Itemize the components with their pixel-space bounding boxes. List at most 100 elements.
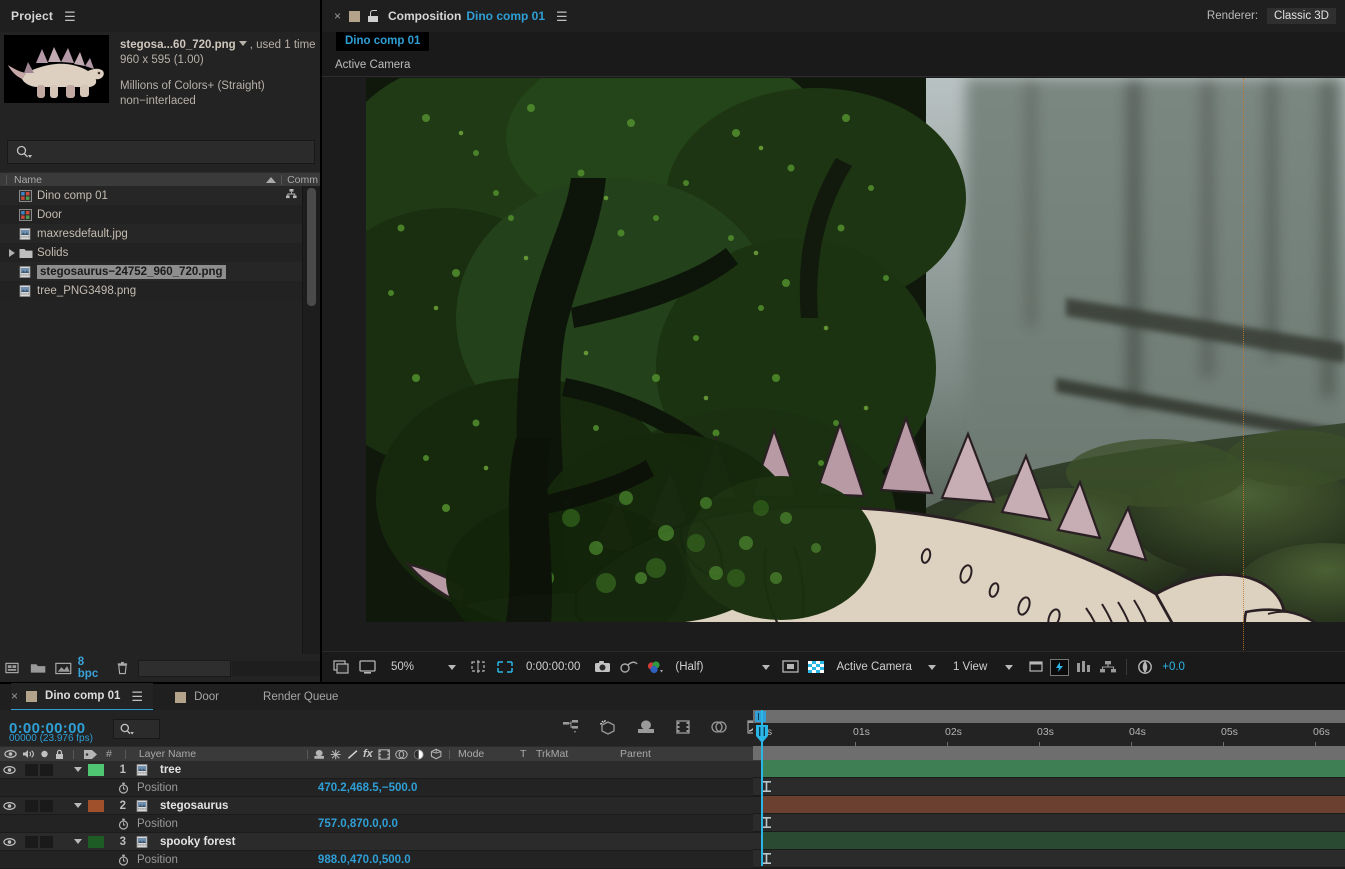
hide-shy-layers-icon[interactable] (636, 719, 656, 735)
choose-grid-and-guides-icon[interactable] (469, 659, 489, 675)
composition-mini-flowchart-icon[interactable] (562, 719, 580, 735)
project-scrollbar[interactable] (302, 186, 320, 654)
disclosure-triangle-icon[interactable] (6, 248, 17, 257)
draft-3d-icon[interactable] (598, 719, 618, 735)
project-item-4[interactable]: stegosaurus−24752_960_720.png (0, 262, 303, 281)
timeline-zoom-bar[interactable] (753, 746, 1345, 760)
lock-toggle[interactable] (55, 836, 68, 848)
scrollbar-thumb[interactable] (307, 188, 316, 306)
eye-icon[interactable] (3, 837, 16, 847)
comp-current-time[interactable]: 0:00:00:00 (526, 661, 580, 673)
work-area-bar[interactable] (753, 710, 1345, 723)
exposure-icon[interactable] (1136, 659, 1154, 675)
layer-name[interactable]: tree (160, 764, 181, 776)
view-layout-value[interactable]: 1 View (953, 661, 987, 673)
timeline-search-input[interactable] (113, 719, 160, 739)
property-value[interactable]: 988.0,470.0,500.0 (318, 854, 411, 866)
layer-disclosure-icon[interactable] (74, 839, 82, 844)
lock-icon[interactable] (368, 10, 379, 22)
timeline-tab-1[interactable]: Door (153, 684, 241, 710)
camera-view-value[interactable]: Active Camera (837, 661, 912, 673)
lock-toggle[interactable] (55, 800, 68, 812)
always-preview-this-view-icon[interactable] (333, 659, 351, 675)
eye-icon[interactable] (3, 765, 16, 775)
column-header-name[interactable]: Name (14, 174, 42, 186)
exposure-value[interactable]: +0.0 (1162, 661, 1185, 673)
eye-icon[interactable] (3, 801, 16, 811)
video-visibility-toggle[interactable] (0, 765, 19, 775)
layer-label-color[interactable] (88, 763, 104, 776)
timeline-tab-2[interactable]: Render Queue (241, 684, 360, 710)
layer-name[interactable]: spooky forest (160, 836, 235, 848)
project-search-input[interactable] (7, 140, 315, 164)
comp-flowchart-icon[interactable] (1099, 659, 1117, 675)
column-header-comment[interactable]: Comm (287, 174, 318, 186)
chevron-down-icon[interactable] (761, 664, 770, 670)
layer-duration-bar[interactable] (761, 796, 1345, 813)
keyframe-navigator-icon[interactable] (762, 853, 771, 864)
composition-canvas[interactable] (366, 78, 1345, 622)
toggle-pixel-aspect-ratio-icon[interactable] (1027, 659, 1045, 675)
sort-ascending-icon[interactable] (266, 177, 277, 183)
show-channel-icon[interactable] (645, 659, 665, 675)
layer-name[interactable]: stegosaurus (160, 800, 228, 812)
video-visibility-toggle[interactable] (0, 801, 19, 811)
project-item-1[interactable]: Door (0, 205, 303, 224)
stopwatch-icon[interactable] (118, 854, 129, 866)
stopwatch-icon[interactable] (118, 782, 129, 794)
comp-flowchart-shortcut-icon[interactable] (286, 189, 297, 202)
chevron-down-icon[interactable] (238, 41, 247, 47)
timeline-tab-0[interactable]: × Dino comp 01 ☰ (11, 683, 154, 711)
take-snapshot-icon[interactable] (593, 659, 613, 675)
property-value[interactable]: 757.0,870.0,0.0 (318, 818, 398, 830)
layer-duration-bar[interactable] (761, 832, 1345, 849)
close-icon[interactable]: × (334, 9, 341, 23)
timeline-graph-area[interactable]: 0s01s02s03s04s05s06s (753, 684, 1345, 868)
region-of-interest-icon[interactable] (495, 659, 515, 675)
playhead-line[interactable] (756, 710, 768, 866)
project-search-field[interactable] (36, 145, 314, 159)
stopwatch-icon[interactable] (118, 818, 129, 830)
trash-icon[interactable] (115, 660, 130, 676)
layer-duration-bar[interactable] (761, 760, 1345, 777)
keyframe-navigator-icon[interactable] (762, 781, 771, 792)
composition-viewer-stage[interactable] (322, 78, 1345, 652)
project-item-0[interactable]: Dino comp 01 (0, 186, 303, 205)
keyframe-navigator-icon[interactable] (762, 817, 771, 828)
audio-toggle[interactable] (25, 835, 38, 848)
stopwatch-icon[interactable] (118, 854, 129, 866)
stopwatch-icon[interactable] (118, 818, 129, 830)
timeline-ruler[interactable]: 0s01s02s03s04s05s06s (753, 710, 1345, 747)
chevron-down-icon[interactable] (1005, 664, 1014, 670)
chevron-down-icon[interactable] (448, 664, 457, 670)
video-visibility-toggle[interactable] (0, 837, 19, 847)
layer-label-color[interactable] (88, 835, 104, 848)
resolution-value[interactable]: (Half) (675, 661, 703, 673)
close-icon[interactable]: × (11, 689, 18, 703)
new-folder-icon[interactable] (29, 660, 49, 676)
playhead-marker[interactable] (755, 724, 769, 744)
toggle-alpha-icon[interactable] (806, 659, 826, 675)
breadcrumb-comp-chip[interactable]: Dino comp 01 (336, 32, 430, 51)
fast-previews-icon[interactable] (1050, 658, 1070, 676)
magnification-value[interactable]: 50% (391, 661, 414, 673)
layer-label-color[interactable] (88, 799, 104, 812)
frame-blending-icon[interactable] (674, 719, 692, 735)
timeline-icon[interactable] (1075, 659, 1093, 675)
project-item-5[interactable]: tree_PNG3498.png (0, 281, 303, 300)
renderer-value-button[interactable]: Classic 3D (1267, 8, 1336, 24)
layer-disclosure-icon[interactable] (74, 803, 82, 808)
motion-blur-icon[interactable] (710, 719, 728, 735)
project-settings-icon[interactable] (54, 660, 74, 676)
main-view-icon[interactable] (358, 659, 378, 675)
solo-toggle[interactable] (40, 799, 53, 812)
hamburger-menu-icon[interactable]: ☰ (131, 690, 143, 703)
property-value[interactable]: 470.2,468.5,−500.0 (318, 782, 417, 794)
new-composition-icon[interactable] (5, 660, 23, 676)
stopwatch-icon[interactable] (118, 782, 129, 794)
bit-depth-button[interactable]: 8 bpc (78, 656, 106, 680)
hamburger-menu-icon[interactable]: ☰ (64, 10, 76, 23)
show-snapshot-icon[interactable] (619, 659, 639, 675)
toggle-transparency-grid-icon[interactable] (781, 659, 801, 675)
chevron-down-icon[interactable] (927, 664, 936, 670)
